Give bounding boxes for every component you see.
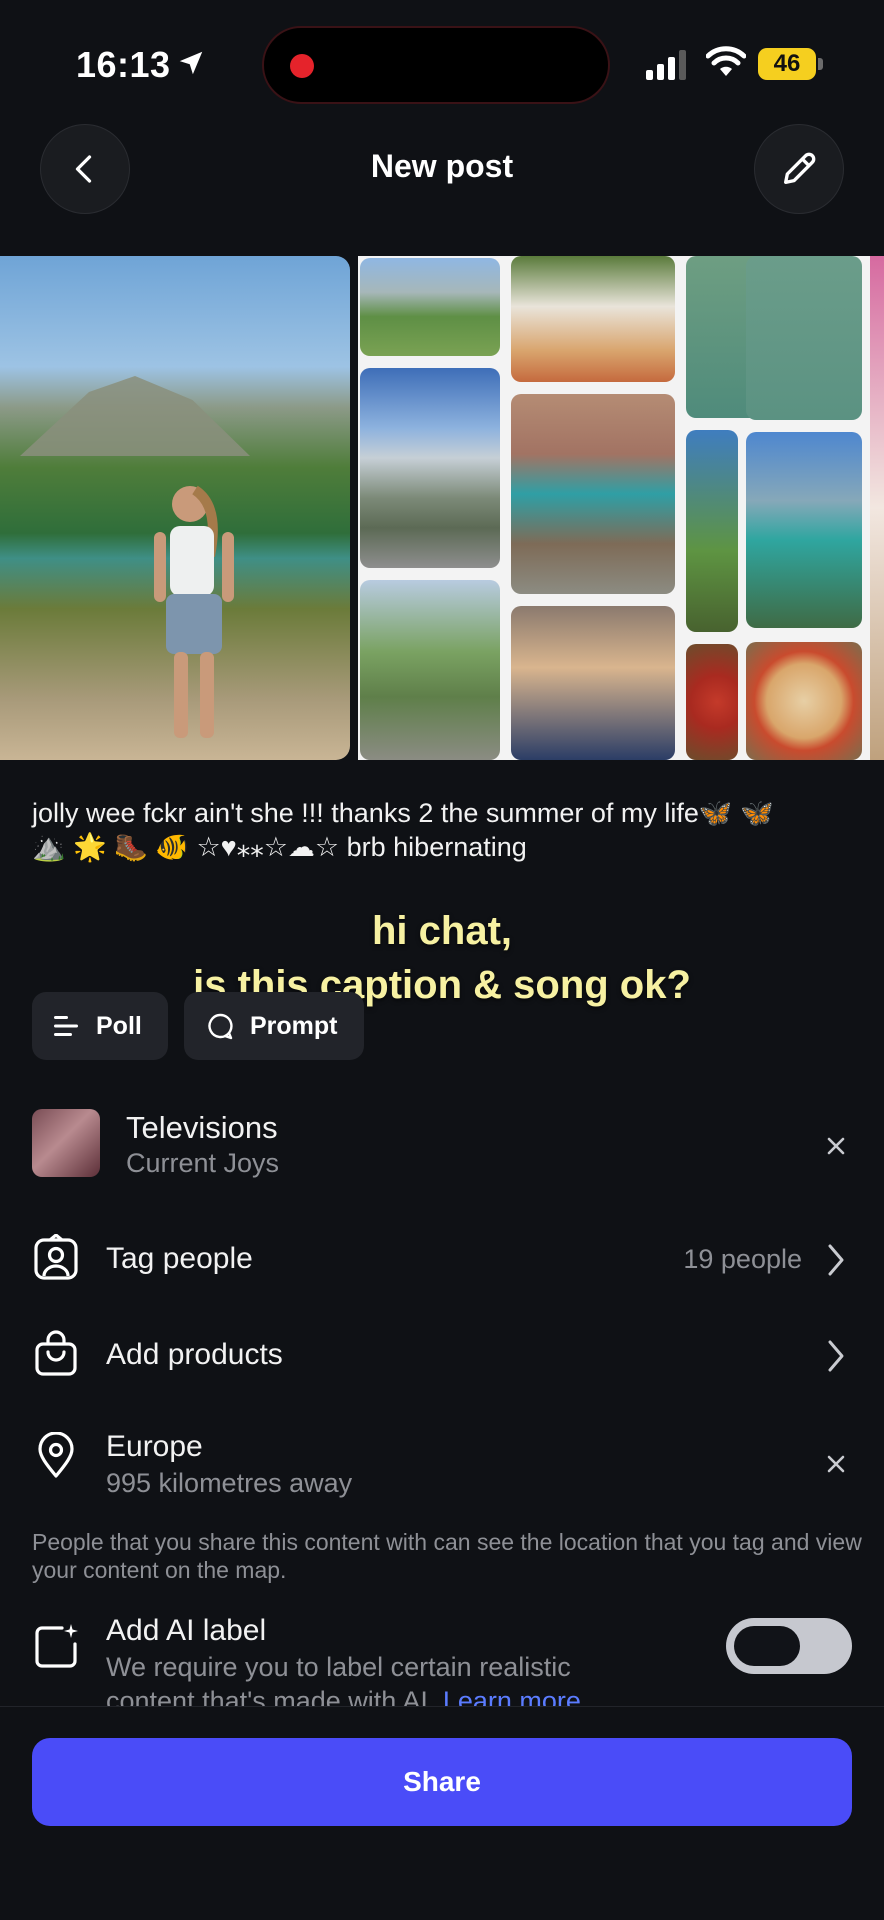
poll-label: Poll	[96, 1011, 142, 1040]
location-pin-icon	[38, 1432, 74, 1478]
chevron-right-icon	[828, 1244, 844, 1276]
collage-lake-person[interactable]	[746, 432, 862, 628]
dynamic-island	[262, 26, 610, 104]
caption-text[interactable]: jolly wee fckr ain't she !!! thanks 2 th…	[32, 796, 862, 864]
ai-label-toggle[interactable]	[726, 1618, 852, 1674]
tag-people-count: 19 people	[683, 1244, 802, 1274]
status-bar: 16:13 46	[0, 0, 884, 120]
collage-mountain-valley[interactable]	[360, 258, 500, 356]
song-artist: Current Joys	[126, 1148, 280, 1178]
ai-sparkle-icon	[35, 1624, 78, 1668]
location-distance: 995 kilometres away	[106, 1468, 353, 1498]
edit-button[interactable]	[754, 124, 844, 214]
photo-main-girl-mountains[interactable]	[0, 256, 350, 760]
prompt-label: Prompt	[250, 1011, 338, 1040]
collage-road-mountains[interactable]	[360, 368, 500, 568]
remove-song-button[interactable]	[816, 1126, 856, 1166]
poll-icon	[54, 1016, 78, 1036]
collage-pizza-red[interactable]	[686, 644, 738, 760]
speech-bubble-icon	[208, 1013, 233, 1040]
close-icon	[827, 1137, 845, 1155]
caption-line-1: jolly wee fckr ain't she !!! thanks 2 th…	[32, 798, 699, 828]
collage-group-selfie[interactable]	[511, 606, 675, 760]
ai-label-title: Add AI label	[106, 1614, 267, 1647]
collage-running-road[interactable]	[360, 580, 500, 760]
battery-level: 46	[758, 48, 816, 80]
person-figure	[154, 485, 234, 738]
collage-outfit-brick-wall[interactable]	[511, 394, 675, 594]
collage-lake-trees[interactable]	[686, 430, 738, 632]
tag-person-icon	[34, 1234, 78, 1280]
footer-divider	[0, 1706, 884, 1707]
close-icon	[827, 1455, 845, 1473]
battery-icon: 46	[758, 48, 824, 80]
collage-partial-next[interactable]	[870, 256, 884, 760]
location-name: Europe	[106, 1430, 203, 1463]
collage-pizza[interactable]	[746, 642, 862, 760]
location-privacy-note: People that you share this content with …	[32, 1529, 862, 1583]
remove-location-button[interactable]	[816, 1444, 856, 1484]
overlay-line-1: hi chat,	[371, 909, 513, 953]
song-title: Televisions	[126, 1110, 278, 1145]
location-arrow-icon	[179, 51, 203, 75]
chevron-right-icon	[828, 1340, 844, 1372]
wifi-icon	[706, 46, 746, 76]
collage-pizza-picnic[interactable]	[511, 256, 675, 382]
ai-label-description: We require you to label certain realisti…	[106, 1650, 626, 1706]
collage-swimming-lake-2[interactable]	[746, 256, 862, 420]
status-time: 16:13	[76, 44, 171, 85]
pencil-icon	[784, 152, 816, 184]
share-button[interactable]: Share	[32, 1738, 852, 1826]
recording-dot-icon	[290, 54, 314, 78]
prompt-chip[interactable]: Prompt	[184, 992, 364, 1060]
poll-chip[interactable]: Poll	[32, 992, 168, 1060]
photo-carousel[interactable]	[0, 256, 884, 760]
tag-people-label: Tag people	[106, 1242, 253, 1275]
toggle-knob	[734, 1626, 800, 1666]
cellular-signal-icon	[646, 50, 686, 80]
learn-more-link[interactable]: Learn more	[443, 1686, 581, 1706]
page-title: New post	[370, 148, 514, 184]
shopping-bag-icon	[35, 1330, 77, 1376]
add-products-label: Add products	[106, 1338, 283, 1371]
caption-emoji-1: 🦋 🦋	[698, 798, 774, 828]
caption-emoji-2: ⛰️ 🌟 🥾 🐠 ☆♥⁎⁎☆☁☆	[32, 832, 340, 862]
album-art	[32, 1109, 100, 1177]
ai-label-row: Add AI label We require you to label cer…	[0, 1600, 884, 1706]
caption-line-2: brb hibernating	[346, 832, 527, 862]
